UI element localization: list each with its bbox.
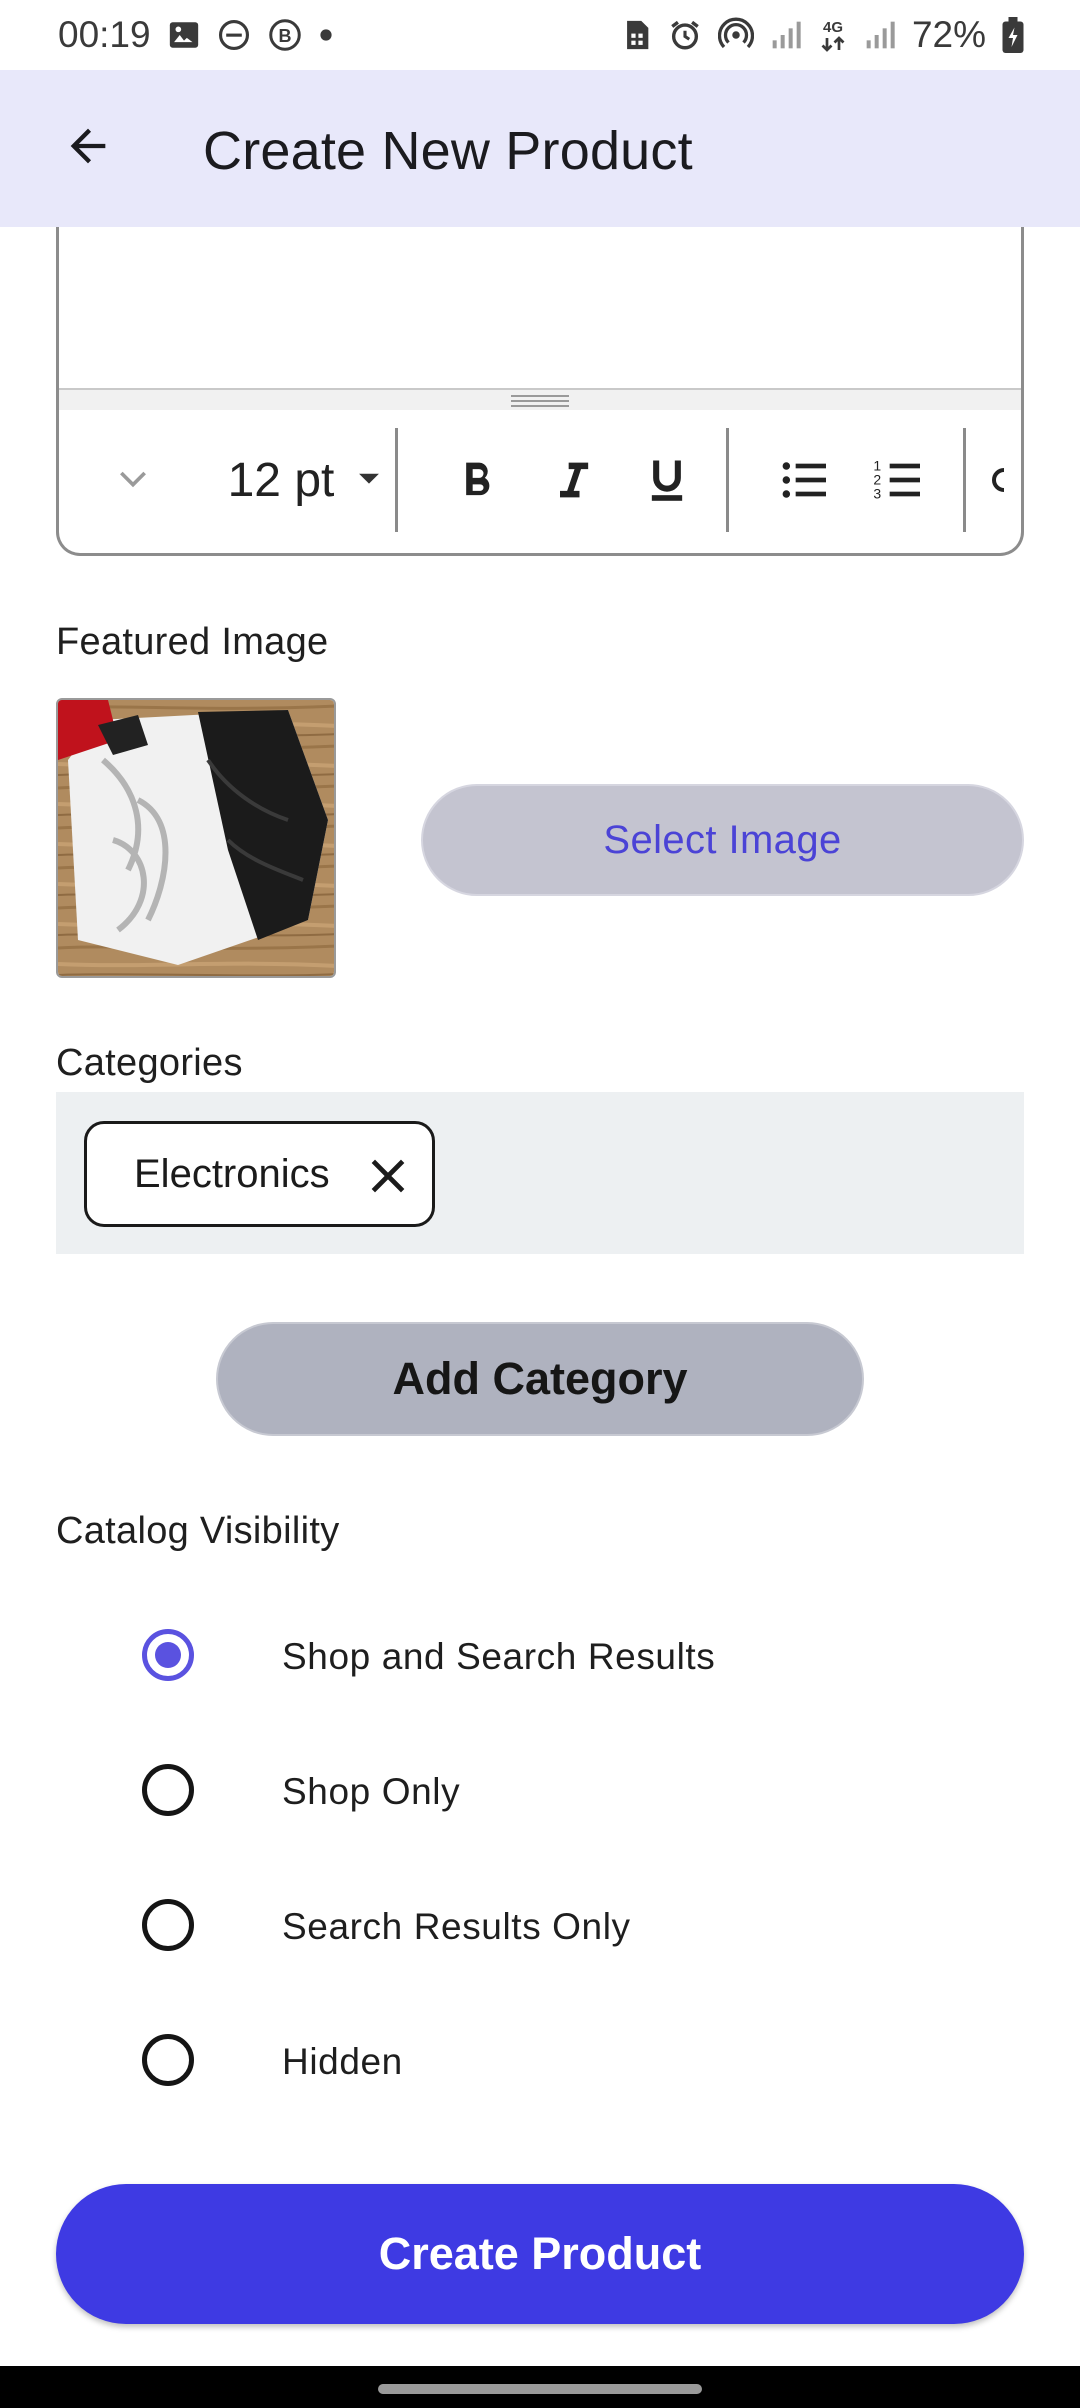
app-bar: Create New Product [0, 70, 1080, 227]
drag-handle-icon [511, 395, 569, 407]
chevron-down-icon [113, 458, 153, 503]
hotspot-icon [717, 17, 754, 53]
underline-button[interactable] [627, 442, 707, 522]
visibility-option-label: Shop and Search Results [282, 1636, 716, 1677]
category-chip-label: Electronics [134, 1151, 330, 1196]
bold-icon [451, 454, 503, 511]
bold-button[interactable] [437, 442, 517, 522]
visibility-option-label: Shop Only [282, 1771, 461, 1812]
numbered-list-icon: 123 [871, 452, 927, 513]
categories-label: Categories [56, 1042, 243, 1084]
bullet-list-button[interactable] [757, 442, 853, 522]
numbered-list-button[interactable]: 123 [851, 442, 947, 522]
featured-image-label: Featured Image [56, 621, 329, 663]
more-tools-button[interactable] [989, 458, 1019, 506]
b-badge-icon: B [267, 17, 303, 53]
description-editor: 12 pt 123 [56, 180, 1024, 556]
visibility-option-hidden[interactable]: Hidden [56, 2003, 1024, 2113]
close-icon[interactable] [366, 1154, 410, 1198]
underline-icon [641, 454, 693, 511]
gallery-icon [167, 18, 201, 52]
page-title: Create New Product [203, 121, 693, 181]
italic-button[interactable] [533, 442, 613, 522]
radio-button[interactable] [142, 1764, 194, 1816]
toolbar-separator [726, 428, 729, 532]
product-photo-image [58, 700, 334, 976]
italic-icon [547, 454, 599, 511]
network-type-label: 4G [823, 19, 843, 36]
system-navigation-bar [0, 2366, 1080, 2408]
font-size-dropdown[interactable]: 12 pt [197, 438, 417, 522]
add-category-button[interactable]: Add Category [216, 1322, 864, 1436]
featured-image-thumbnail[interactable] [56, 698, 336, 978]
create-product-button[interactable]: Create Product [56, 2184, 1024, 2324]
do-not-disturb-icon [217, 18, 251, 52]
dropdown-icon [352, 461, 386, 500]
status-time: 00:19 [58, 14, 151, 55]
visibility-option-search-results-only[interactable]: Search Results Only [56, 1868, 1024, 1978]
battery-level: 72% [911, 14, 986, 55]
network-type-icon: 4G [818, 17, 848, 53]
category-chip[interactable]: Electronics [84, 1121, 435, 1227]
select-image-button[interactable]: Select Image [421, 784, 1024, 896]
editor-toolbar: 12 pt 123 [59, 410, 1021, 550]
bullet-list-icon [777, 452, 833, 513]
battery-icon [1002, 17, 1024, 53]
signal-icon-2 [864, 19, 896, 51]
categories-container: Electronics [56, 1092, 1024, 1254]
toolbar-separator [395, 428, 398, 532]
visibility-option-label: Hidden [282, 2041, 403, 2082]
status-right: 4G 72% [622, 14, 1024, 56]
resize-handle[interactable] [59, 390, 1021, 410]
toolbar-separator [963, 428, 966, 532]
signal-icon [770, 19, 802, 51]
status-left: 00:19 B [58, 14, 333, 56]
back-button[interactable] [48, 108, 128, 188]
sim-card-icon [622, 18, 652, 52]
font-size-label: 12 pt [227, 453, 335, 507]
visibility-option-shop-only[interactable]: Shop Only [56, 1733, 1024, 1843]
radio-button[interactable] [142, 1899, 194, 1951]
visibility-option-shop-and-search[interactable]: Shop and Search Results [56, 1598, 1024, 1708]
dot-icon [319, 28, 333, 42]
visibility-option-label: Search Results Only [282, 1906, 631, 1947]
arrow-back-icon [62, 120, 114, 177]
status-bar: 00:19 B 4G 72% [0, 0, 1080, 70]
radio-button-selected[interactable] [142, 1629, 194, 1681]
font-family-dropdown[interactable] [101, 448, 165, 512]
catalog-visibility-label: Catalog Visibility [56, 1510, 340, 1552]
partial-tool-icon [989, 460, 1009, 505]
home-gesture-handle[interactable] [378, 2384, 702, 2394]
alarm-icon [668, 18, 702, 52]
svg-text:3: 3 [873, 485, 881, 501]
svg-text:B: B [278, 26, 291, 46]
radio-button[interactable] [142, 2034, 194, 2086]
